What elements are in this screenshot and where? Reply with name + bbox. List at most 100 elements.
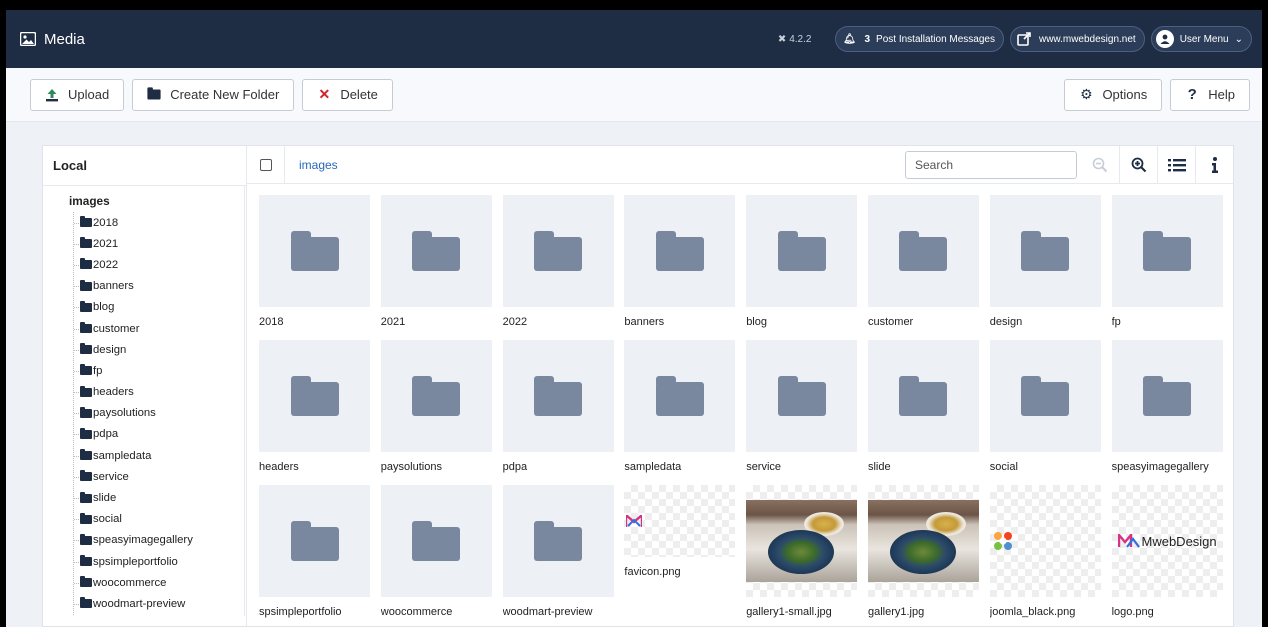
folder-item[interactable]: headers [259, 340, 370, 485]
item-name: social [989, 461, 1018, 473]
sidebar-heading: Local [43, 146, 246, 186]
tree-folder-fp[interactable]: fp [74, 360, 244, 381]
folder-tree: images 2018 2021 2022 banners blog customer de… [53, 186, 245, 616]
folder-icon [899, 376, 948, 416]
tree-folder-label: blog [93, 301, 115, 314]
folder-icon [655, 376, 704, 416]
folder-icon [290, 376, 339, 416]
folder-item[interactable]: design [989, 195, 1101, 340]
folder-item[interactable]: fp [1111, 195, 1223, 340]
folder-icon [80, 322, 92, 334]
folder-item[interactable]: blog [746, 195, 858, 340]
tree-folder-slide[interactable]: slide [74, 487, 244, 508]
tree-folder-label: paysolutions [93, 407, 156, 420]
chevron-down-icon: ⌄ [1234, 33, 1243, 45]
question-icon: ? [1187, 86, 1197, 103]
tree-folder-label: woocommerce [93, 576, 167, 589]
folder-icon [412, 376, 461, 416]
folder-item[interactable]: 2018 [259, 195, 370, 340]
list-view-icon[interactable] [1157, 145, 1195, 184]
tree-folder-label: customer [93, 322, 140, 335]
upload-button[interactable]: Upload [30, 78, 125, 111]
folder-icon [80, 237, 92, 249]
toolbar: Upload Create New Folder ✕ Delete ⚙ Opti… [6, 68, 1262, 122]
folder-icon [1021, 376, 1070, 416]
tree-folder-speasyimagegallery[interactable]: speasyimagegallery [74, 530, 244, 551]
media-manager: Media ✖ 4.2.2 🔔︎ 3 Post Installation Mes… [6, 10, 1262, 627]
tree-folder-headers[interactable]: headers [74, 382, 244, 403]
tree-folder-service[interactable]: service [74, 466, 244, 487]
folder-item[interactable]: banners [624, 195, 736, 340]
tree-folder-2021[interactable]: 2021 [74, 233, 244, 254]
tree-folder-blog[interactable]: blog [74, 297, 244, 318]
user-menu-label: User Menu [1179, 33, 1229, 45]
folder-item[interactable]: service [746, 340, 858, 485]
file-item[interactable]: gallery1.jpg [867, 485, 979, 627]
breadcrumb[interactable]: images [285, 158, 338, 172]
info-icon[interactable] [1195, 145, 1233, 184]
delete-button[interactable]: ✕ Delete [302, 78, 393, 111]
tree-folder-sampledata[interactable]: sampledata [74, 445, 244, 466]
folder-item[interactable]: woocommerce [380, 485, 492, 627]
options-button[interactable]: ⚙ Options [1064, 78, 1163, 111]
post-install-messages-button[interactable]: 🔔︎ 3 Post Installation Messages [835, 26, 1004, 52]
tree-folder-banners[interactable]: banners [74, 276, 244, 297]
folder-icon [655, 231, 704, 271]
food-photo [867, 500, 979, 582]
folder-icon [80, 406, 92, 418]
folder-thumbnail [380, 340, 492, 452]
file-item[interactable]: gallery1-small.jpg [746, 485, 858, 627]
folder-icon [80, 576, 92, 588]
user-menu-button[interactable]: User Menu ⌄ [1150, 26, 1252, 52]
file-item[interactable]: favicon.png [624, 485, 736, 627]
search-input[interactable] [905, 150, 1077, 179]
file-item[interactable]: MwebDesign logo.png [1111, 485, 1223, 627]
folder-item[interactable]: social [989, 340, 1101, 485]
tree-folder-customer[interactable]: customer [74, 318, 244, 339]
folder-icon [777, 376, 826, 416]
folder-item[interactable]: woodmart-preview [502, 485, 614, 627]
zoom-out-icon[interactable] [1081, 146, 1119, 184]
folder-thumbnail [502, 485, 614, 597]
item-name: spsimpleportfolio [259, 606, 342, 618]
select-all-checkbox[interactable] [247, 145, 285, 184]
tree-folder-woocommerce[interactable]: woocommerce [74, 572, 244, 593]
tree-folder-design[interactable]: design [74, 339, 244, 360]
folder-icon [80, 343, 92, 355]
folder-item[interactable]: paysolutions [380, 340, 492, 485]
tree-folder-2018[interactable]: 2018 [74, 212, 244, 233]
tree-folder-2022[interactable]: 2022 [74, 254, 244, 275]
tree-folder-woodmart-preview[interactable]: woodmart-preview [74, 593, 244, 614]
folder-item[interactable]: speasyimagegallery [1111, 340, 1223, 485]
file-thumbnail [867, 485, 979, 597]
page-title: Media [20, 31, 85, 48]
tree-root-images[interactable]: images [69, 194, 244, 208]
folder-item[interactable]: 2021 [380, 195, 492, 340]
item-name: gallery1.jpg [867, 606, 925, 618]
page-title-text: Media [44, 30, 85, 48]
site-link-button[interactable]: www.mwebdesign.net [1009, 26, 1145, 52]
folder-thumbnail [259, 195, 370, 307]
tree-folder-label: slide [93, 492, 117, 505]
folder-item[interactable]: customer [867, 195, 979, 340]
folder-item[interactable]: sampledata [624, 340, 736, 485]
folder-thumbnail [1111, 195, 1223, 307]
file-thumbnail [624, 485, 736, 557]
folder-item[interactable]: slide [867, 340, 979, 485]
folder-item[interactable]: 2022 [502, 195, 614, 340]
item-name: gallery1-small.jpg [746, 606, 832, 618]
tree-folder-social[interactable]: social [74, 509, 244, 530]
file-item[interactable]: joomla_black.png [989, 485, 1101, 627]
folder-icon [777, 231, 826, 271]
tree-folder-paysolutions[interactable]: paysolutions [74, 403, 244, 424]
zoom-in-icon[interactable] [1119, 145, 1157, 184]
tree-folder-pdpa[interactable]: pdpa [74, 424, 244, 445]
folder-item[interactable]: pdpa [502, 340, 614, 485]
create-folder-button[interactable]: Create New Folder [132, 78, 295, 111]
tree-folder-spsimpleportfolio[interactable]: spsimpleportfolio [74, 551, 244, 572]
file-thumbnail: MwebDesign [1111, 485, 1223, 597]
item-name: 2018 [259, 316, 284, 328]
folder-icon [80, 364, 92, 376]
folder-item[interactable]: spsimpleportfolio [259, 485, 370, 627]
help-button[interactable]: ? Help [1170, 78, 1250, 111]
